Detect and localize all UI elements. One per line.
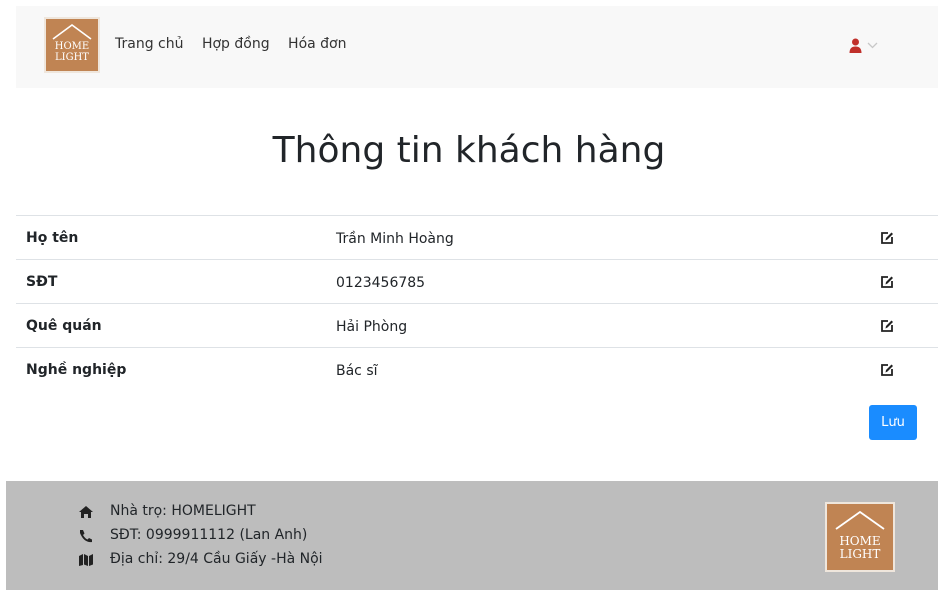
logo-text-line1: HOME [54,41,90,52]
phone-icon [80,530,92,543]
nav-link-contracts[interactable]: Hợp đồng [202,36,270,52]
footer-homelight-logo: HOME LIGHT [825,502,895,572]
edit-icon[interactable] [880,275,894,289]
table-row: SĐT 0123456785 [16,259,938,303]
chevron-down-icon [867,42,878,49]
footer: Nhà trọ: HOMELIGHT SĐT: 0999911112 (Lan … [6,481,938,590]
table-row: Nghề nghiệp Bác sĩ [16,347,938,391]
row-label: Nghề nghiệp [26,362,127,378]
user-menu[interactable] [849,38,889,58]
row-label: Họ tên [26,230,79,246]
row-label: SĐT [26,274,58,290]
edit-icon[interactable] [880,319,894,333]
row-value: Hải Phòng [336,319,408,335]
navbar: HOME LIGHT Trang chủ Hợp đồng Hóa đơn [16,6,938,88]
save-button[interactable]: Lưu [869,405,917,440]
customer-info-table: Họ tên Trần Minh Hoàng SĐT 0123456785 Qu… [16,215,938,391]
row-value: Trần Minh Hoàng [336,231,454,247]
edit-icon[interactable] [880,363,894,377]
nav-link-invoices[interactable]: Hóa đơn [288,36,346,52]
row-value: Bác sĩ [336,363,378,379]
logo-text-line2: LIGHT [55,52,89,63]
row-label: Quê quán [26,318,102,334]
logo-text-line2: LIGHT [839,547,881,561]
table-row: Họ tên Trần Minh Hoàng [16,215,938,259]
homelight-logo[interactable]: HOME LIGHT [44,17,100,73]
user-icon [849,38,878,53]
edit-icon[interactable] [880,231,894,245]
nav-link-home[interactable]: Trang chủ [115,36,183,52]
table-row: Quê quán Hải Phòng [16,303,938,347]
page-title: Thông tin khách hàng [272,130,666,171]
row-value: 0123456785 [336,275,426,291]
footer-address-text: Địa chỉ: 29/4 Cầu Giấy -Hà Nội [110,551,323,567]
footer-name-text: Nhà trọ: HOMELIGHT [110,503,256,519]
footer-phone-text: SĐT: 0999911112 (Lan Anh) [110,527,308,543]
home-icon [79,506,93,518]
map-icon [79,554,93,566]
nav-links: Trang chủ Hợp đồng Hóa đơn [115,36,361,52]
